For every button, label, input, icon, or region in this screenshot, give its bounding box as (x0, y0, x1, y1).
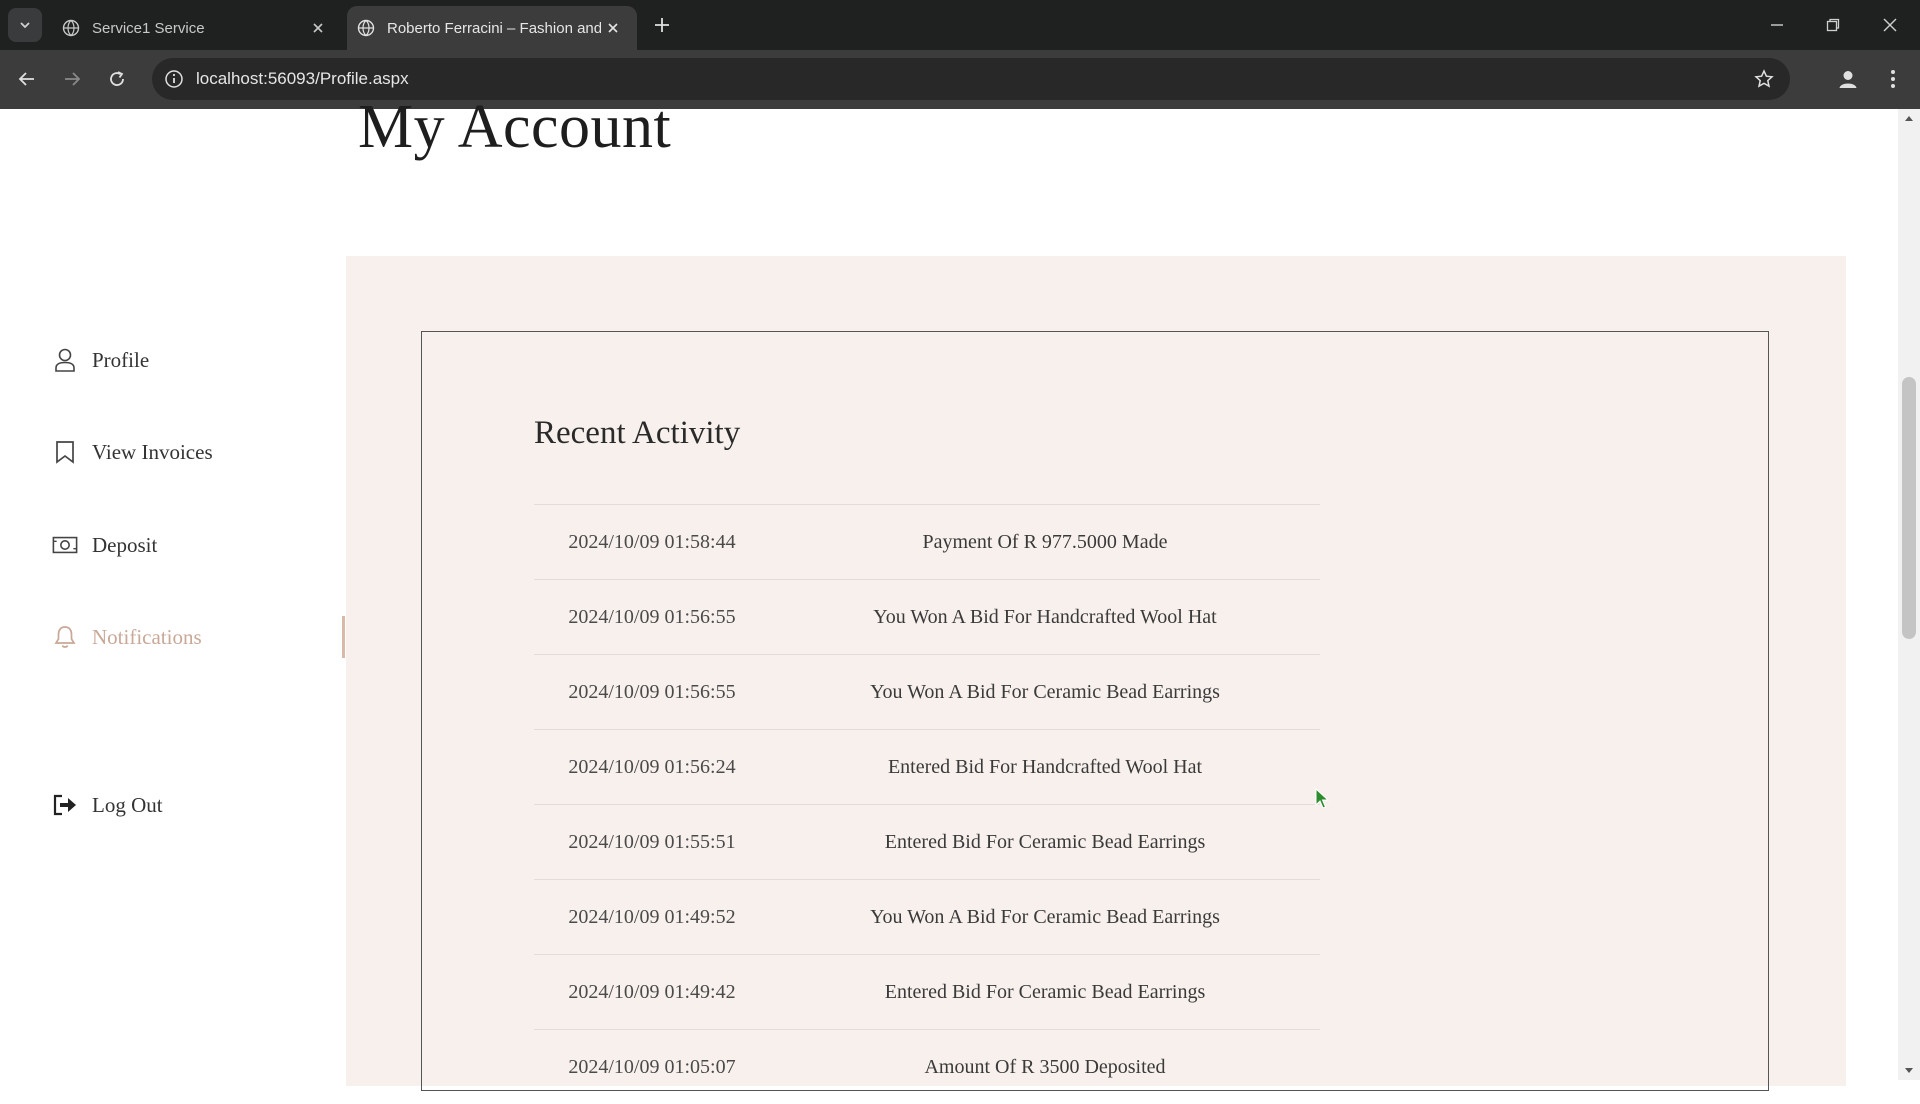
scrollbar-thumb[interactable] (1902, 377, 1916, 639)
activity-message: Entered Bid For Handcrafted Wool Hat (887, 755, 1203, 778)
activity-message: Entered Bid For Ceramic Bead Earrings (884, 980, 1206, 1003)
close-tab-icon[interactable] (306, 16, 330, 40)
page-title: My Account (358, 93, 672, 161)
user-icon (52, 347, 78, 373)
new-tab-button[interactable] (650, 13, 674, 37)
browser-menu-button[interactable] (1878, 64, 1908, 94)
activity-row: 2024/10/09 01:56:24 Entered Bid For Hand… (534, 729, 1320, 804)
reload-button[interactable] (102, 64, 132, 94)
minimize-icon (1771, 24, 1783, 26)
activity-row: 2024/10/09 01:49:42 Entered Bid For Cera… (534, 954, 1320, 1029)
arrow-right-icon (65, 72, 81, 86)
globe-icon (62, 19, 80, 37)
back-button[interactable] (12, 64, 42, 94)
sidebar-item-log-out[interactable]: Log Out (52, 787, 163, 823)
activity-row: 2024/10/09 01:58:44 Payment Of R 977.500… (534, 504, 1320, 579)
kebab-menu-icon (1891, 70, 1895, 88)
arrow-left-icon (18, 72, 34, 86)
activity-message: Amount Of R 3500 Deposited (924, 1055, 1166, 1078)
mouse-cursor-icon (1315, 788, 1330, 809)
bell-icon (52, 624, 78, 650)
cash-icon (52, 532, 78, 558)
activity-message: You Won A Bid For Ceramic Bead Earrings (870, 680, 1220, 703)
tab-search-button[interactable] (8, 8, 42, 42)
browser-tab-strip: Service1 Service Roberto Ferracini – Fas… (0, 0, 1920, 50)
page-scrollbar[interactable] (1898, 109, 1920, 1080)
restore-button[interactable] (1813, 10, 1853, 40)
sidebar-item-label: Profile (92, 347, 150, 372)
active-nav-indicator (342, 616, 345, 658)
activity-date: 2024/10/09 01:49:42 (568, 980, 736, 1003)
chevron-down-icon (20, 22, 30, 29)
activity-message: You Won A Bid For Ceramic Bead Earrings (870, 905, 1220, 928)
activity-row: 2024/10/09 01:55:51 Entered Bid For Cera… (534, 804, 1320, 879)
reload-icon (110, 71, 124, 86)
activity-message: Payment Of R 977.5000 Made (922, 530, 1168, 553)
activity-date: 2024/10/09 01:55:51 (568, 830, 736, 853)
activity-date: 2024/10/09 01:56:55 (568, 680, 736, 703)
site-info-icon[interactable] (162, 67, 186, 91)
sidebar-item-label: Deposit (92, 532, 158, 557)
activity-date: 2024/10/09 01:49:52 (568, 905, 736, 928)
sidebar-item-deposit[interactable]: Deposit (52, 527, 157, 563)
activity-row: 2024/10/09 01:49:52 You Won A Bid For Ce… (534, 879, 1320, 954)
tab-service1[interactable]: Service1 Service (52, 6, 342, 50)
tab-roberto-ferracini[interactable]: Roberto Ferracini – Fashion and (347, 6, 637, 50)
browser-toolbar: localhost:56093/Profile.aspx (0, 50, 1920, 109)
close-tab-icon[interactable] (601, 16, 625, 40)
close-icon (1883, 18, 1897, 32)
account-icon (1839, 71, 1857, 88)
sidebar-item-notifications[interactable]: Notifications (52, 619, 202, 655)
sidebar-item-label: Log Out (92, 792, 163, 817)
bookmark-star-icon[interactable] (1752, 67, 1776, 91)
activity-message: You Won A Bid For Handcrafted Wool Hat (873, 605, 1217, 628)
activity-row: 2024/10/09 01:05:07 Amount Of R 3500 Dep… (534, 1029, 1320, 1104)
sidebar-item-label: View Invoices (92, 439, 213, 464)
plus-icon (655, 18, 669, 32)
activity-date: 2024/10/09 01:56:24 (568, 755, 736, 778)
activity-date: 2024/10/09 01:56:55 (568, 605, 736, 628)
restore-icon (1826, 18, 1840, 32)
sidebar-item-view-invoices[interactable]: View Invoices (52, 434, 213, 470)
tab-title: Roberto Ferracini – Fashion and (387, 19, 601, 37)
activity-row: 2024/10/09 01:56:55 You Won A Bid For Ce… (534, 654, 1320, 729)
close-window-button[interactable] (1870, 10, 1910, 40)
url-text[interactable]: localhost:56093/Profile.aspx (196, 69, 409, 89)
tab-title: Service1 Service (92, 19, 205, 37)
minimize-button[interactable] (1757, 10, 1797, 40)
globe-icon (357, 19, 375, 37)
scroll-down-arrow-icon[interactable] (1898, 1062, 1920, 1080)
recent-activity-heading: Recent Activity (534, 415, 741, 451)
activity-row: 2024/10/09 01:56:55 You Won A Bid For Ha… (534, 579, 1320, 654)
sidebar-item-profile[interactable]: Profile (52, 342, 149, 378)
forward-button[interactable] (57, 64, 87, 94)
scroll-up-arrow-icon[interactable] (1898, 109, 1920, 127)
profile-button[interactable] (1833, 64, 1863, 94)
activity-date: 2024/10/09 01:05:07 (568, 1055, 736, 1078)
logout-icon (52, 792, 78, 818)
sidebar-item-label: Notifications (92, 624, 202, 649)
activity-list: 2024/10/09 01:58:44 Payment Of R 977.500… (534, 504, 1320, 1104)
activity-message: Entered Bid For Ceramic Bead Earrings (884, 830, 1206, 853)
activity-date: 2024/10/09 01:58:44 (568, 530, 736, 553)
bookmark-icon (52, 439, 78, 465)
